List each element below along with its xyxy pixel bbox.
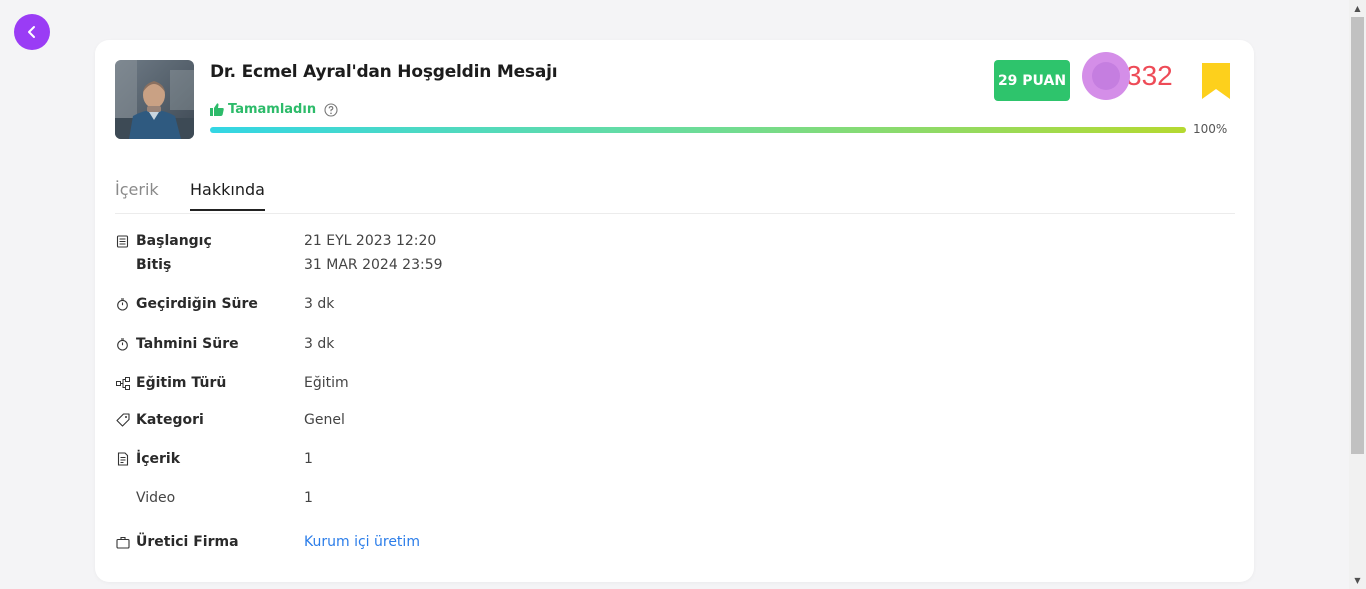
content-label: İçerik [136, 451, 181, 467]
course-thumbnail [115, 60, 194, 139]
type-label: Eğitim Türü [136, 375, 227, 391]
producer-label: Üretici Firma [136, 534, 239, 550]
vertical-scrollbar[interactable]: ▲ ▼ [1349, 0, 1366, 589]
progress-bar [210, 127, 1186, 133]
course-card: Dr. Ecmel Ayral'dan Hoşgeldin Mesajı Tam… [95, 40, 1254, 582]
stopwatch-icon [115, 297, 130, 312]
estimated-value: 3 dk [304, 336, 335, 352]
like-bubble-icon[interactable] [1082, 52, 1130, 100]
progress-percentage: 100% [1193, 122, 1228, 136]
sitemap-icon [115, 376, 130, 391]
tab-icerik[interactable]: İçerik [115, 180, 159, 209]
end-label: Bitiş [136, 257, 172, 273]
scroll-up-arrow-icon[interactable]: ▲ [1349, 0, 1366, 17]
completion-status: Tamamladın [210, 102, 338, 117]
detail-row-end: Bitiş 31 MAR 2024 23:59 [115, 257, 443, 273]
tab-bar: İçerik Hakkında [115, 176, 1235, 214]
document-icon [115, 452, 130, 467]
detail-row-estimated: Tahmini Süre 3 dk [115, 336, 334, 352]
question-circle-icon[interactable] [324, 102, 338, 117]
start-label: Başlangıç [136, 233, 212, 249]
status-label: Tamamladın [228, 102, 317, 117]
spent-label: Geçirdiğin Süre [136, 296, 258, 312]
scroll-down-arrow-icon[interactable]: ▼ [1349, 572, 1366, 589]
spent-value: 3 dk [304, 296, 335, 312]
video-label: Video [136, 490, 176, 506]
producer-link[interactable]: Kurum içi üretim [304, 534, 420, 550]
detail-row-category: Kategori Genel [115, 412, 345, 428]
points-badge: 29 PUAN [994, 60, 1070, 101]
tab-hakkinda[interactable]: Hakkında [190, 180, 265, 211]
likes-count: 332 [1126, 60, 1173, 91]
thumbs-up-icon [210, 103, 224, 116]
bookmark-icon[interactable] [1201, 62, 1231, 100]
category-label: Kategori [136, 412, 204, 428]
detail-row-spent: Geçirdiğin Süre 3 dk [115, 296, 334, 312]
back-button[interactable] [14, 14, 50, 50]
category-value: Genel [304, 412, 345, 428]
end-value: 31 MAR 2024 23:59 [304, 257, 443, 273]
type-value: Eğitim [304, 375, 349, 391]
tag-icon [115, 413, 130, 428]
detail-row-type: Eğitim Türü Eğitim [115, 375, 349, 391]
detail-row-video: Video 1 [115, 490, 313, 506]
video-value: 1 [304, 490, 313, 506]
stopwatch-icon [115, 337, 130, 352]
content-value: 1 [304, 451, 313, 467]
briefcase-icon [115, 535, 130, 550]
scrollbar-thumb[interactable] [1351, 17, 1364, 454]
calendar-list-icon [115, 234, 130, 249]
detail-row-content: İçerik 1 [115, 451, 313, 467]
detail-row-start: Başlangıç 21 EYL 2023 12:20 [115, 233, 436, 249]
detail-row-producer: Üretici Firma Kurum içi üretim [115, 534, 420, 550]
start-value: 21 EYL 2023 12:20 [304, 233, 437, 249]
chevron-left-icon [28, 26, 35, 38]
estimated-label: Tahmini Süre [136, 336, 239, 352]
course-title: Dr. Ecmel Ayral'dan Hoşgeldin Mesajı [210, 62, 558, 82]
likes-counter[interactable]: 332 [1082, 52, 1173, 100]
